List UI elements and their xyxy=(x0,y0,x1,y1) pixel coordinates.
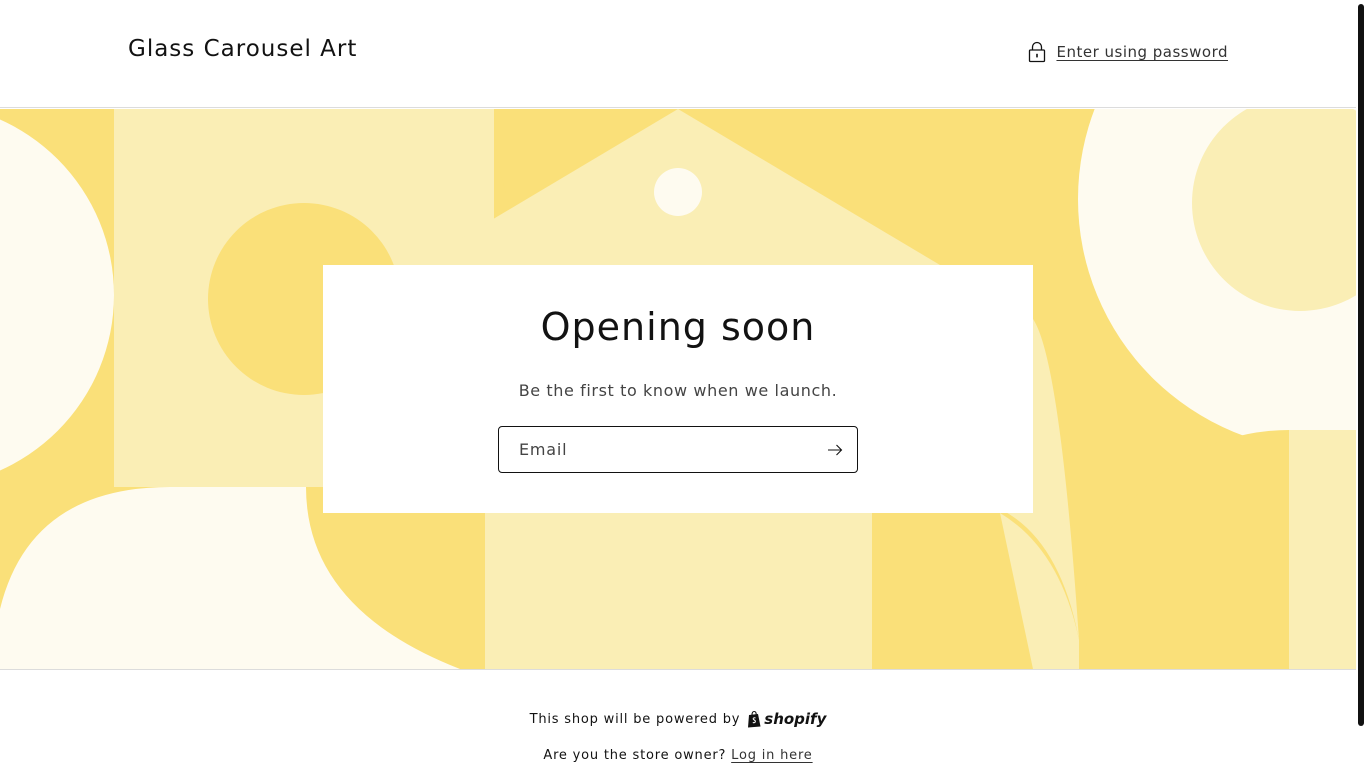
shopify-wordmark: shopify xyxy=(764,710,827,728)
scrollbar[interactable] xyxy=(1356,0,1366,768)
arrow-right-icon xyxy=(828,444,843,455)
powered-by: This shop will be powered by shopify xyxy=(0,710,1356,728)
store-owner-line: Are you the store owner? Log in here xyxy=(0,748,1356,763)
store-title: Glass Carousel Art xyxy=(128,36,358,62)
subscribe-button[interactable] xyxy=(813,427,857,472)
site-header: Glass Carousel Art Enter using password xyxy=(0,0,1356,108)
lock-icon xyxy=(1029,41,1046,63)
scrollbar-thumb[interactable] xyxy=(1358,4,1364,726)
footer-divider xyxy=(0,669,1356,670)
email-form xyxy=(498,426,858,473)
shopify-logo[interactable]: shopify xyxy=(746,710,826,728)
newsletter-card: Opening soon Be the first to know when w… xyxy=(323,265,1033,513)
enter-password-label: Enter using password xyxy=(1056,43,1228,61)
email-input[interactable] xyxy=(499,427,819,472)
login-link[interactable]: Log in here xyxy=(731,748,812,763)
hero-banner: Opening soon Be the first to know when w… xyxy=(0,109,1356,669)
shopify-bag-icon xyxy=(748,710,761,728)
password-page: Glass Carousel Art Enter using password xyxy=(0,0,1366,768)
opening-soon-heading: Opening soon xyxy=(540,305,816,349)
launch-subtext: Be the first to know when we launch. xyxy=(518,381,838,400)
enter-password-link[interactable]: Enter using password xyxy=(1028,40,1228,64)
powered-by-text: This shop will be powered by xyxy=(529,711,741,727)
owner-question: Are you the store owner? xyxy=(543,748,727,763)
